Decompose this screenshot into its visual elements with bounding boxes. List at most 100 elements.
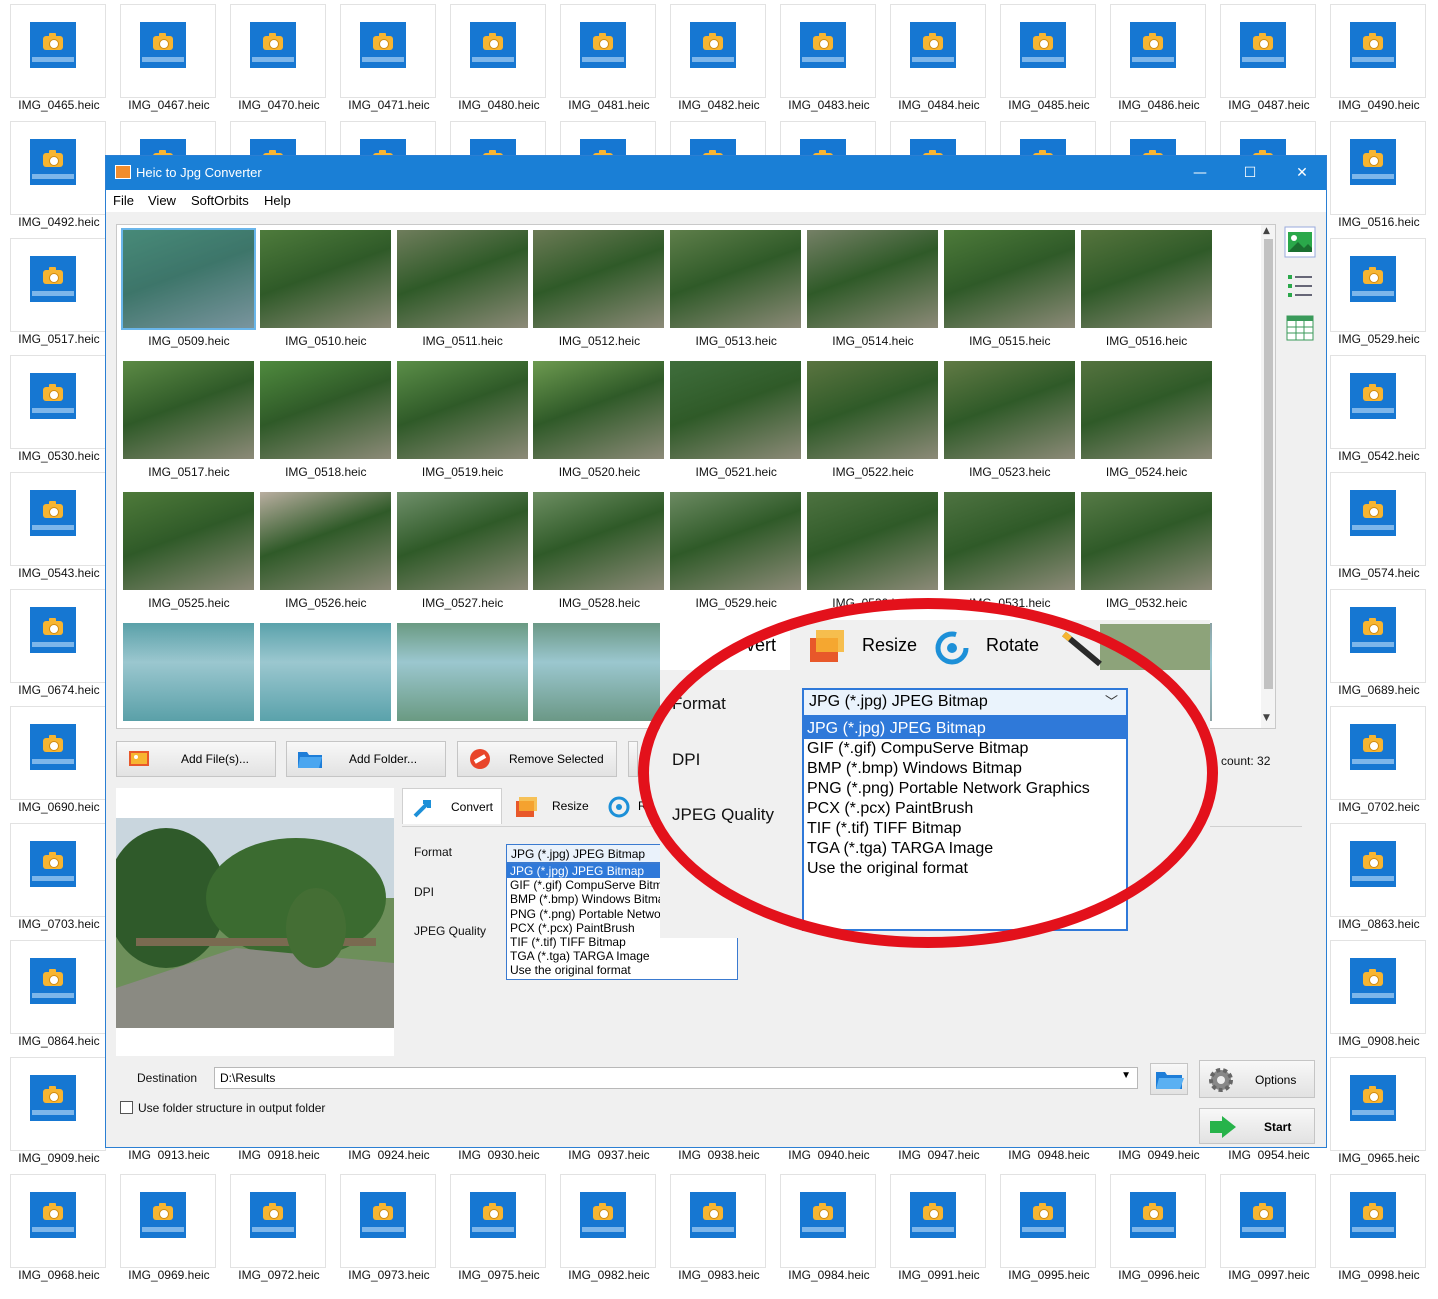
menu-help[interactable]: Help [264, 193, 291, 208]
image-thumbnail[interactable]: IMG_0514.heic [805, 228, 941, 359]
thumbnail-view-icon[interactable] [1284, 226, 1316, 258]
desktop-file-icon[interactable]: Viewer & Converter IMG_0530.heic [5, 353, 113, 467]
desktop-file-icon-partial[interactable] [335, 119, 443, 155]
desktop-file-icon[interactable]: Viewer & Converter IMG_0484.heic [885, 2, 993, 116]
desktop-file-icon[interactable]: Viewer & Converter IMG_0490.heic [1325, 2, 1433, 116]
desktop-file-icon[interactable]: Viewer & Converter IMG_0702.heic [1325, 704, 1433, 818]
image-thumbnail[interactable]: IMG_0532.heic [1079, 490, 1215, 621]
desktop-file-icon-partial[interactable] [225, 119, 333, 155]
chevron-down-icon[interactable]: ﹀ [1105, 691, 1118, 710]
desktop-file-icon-partial[interactable] [1215, 119, 1323, 155]
desktop-file-icon-partial[interactable] [115, 119, 223, 155]
desktop-file-icon-partial[interactable] [445, 119, 553, 155]
desktop-file-icon[interactable]: Viewer & Converter IMG_0517.heic [5, 236, 113, 350]
zoom-format-option[interactable]: Use the original format [804, 859, 1126, 879]
zoom-tab-resize[interactable]: Resize [800, 620, 920, 670]
desktop-file-icon[interactable]: Viewer & Converter IMG_0972.heic [225, 1172, 333, 1286]
image-thumbnail[interactable] [121, 621, 257, 728]
list-view-icon[interactable] [1284, 270, 1316, 302]
desktop-file-icon[interactable]: Viewer & Converter IMG_0982.heic [555, 1172, 663, 1286]
desktop-file-icon[interactable]: Viewer & Converter IMG_0864.heic [5, 938, 113, 1052]
desktop-file-icon[interactable]: Viewer & Converter IMG_0465.heic [5, 2, 113, 116]
options-button[interactable]: Options [1199, 1060, 1315, 1098]
tab-rotate[interactable]: R [598, 788, 658, 824]
image-thumbnail[interactable]: IMG_0516.heic [1079, 228, 1215, 359]
desktop-file-icon[interactable]: Viewer & Converter IMG_0467.heic [115, 2, 223, 116]
zoom-format-option[interactable]: PNG (*.png) Portable Network Graphics [804, 779, 1126, 799]
desktop-file-icon[interactable]: Viewer & Converter IMG_0703.heic [5, 821, 113, 935]
image-thumbnail[interactable]: IMG_0511.heic [395, 228, 531, 359]
image-thumbnail[interactable]: IMG_0531.heic [942, 490, 1078, 621]
desktop-file-icon[interactable]: Viewer & Converter IMG_0984.heic [775, 1172, 883, 1286]
image-thumbnail[interactable]: IMG_0525.heic [121, 490, 257, 621]
image-thumbnail[interactable]: IMG_0515.heic [942, 228, 1078, 359]
desktop-file-icon[interactable]: Viewer & Converter IMG_0863.heic [1325, 821, 1433, 935]
add-folder-button[interactable]: Add Folder... [286, 741, 446, 777]
destination-input[interactable]: D:\Results ▼ [214, 1067, 1138, 1089]
format-option[interactable]: TGA (*.tga) TARGA Image [507, 949, 737, 963]
desktop-file-icon[interactable]: Viewer & Converter IMG_0965.heic [1325, 1055, 1433, 1169]
vertical-scrollbar[interactable]: ▲ ▼ [1261, 225, 1275, 728]
desktop-file-icon[interactable]: Viewer & Converter IMG_0690.heic [5, 704, 113, 818]
desktop-file-icon[interactable]: Viewer & Converter IMG_0996.heic [1105, 1172, 1213, 1286]
chevron-down-icon[interactable]: ▼ [1121, 1070, 1131, 1081]
format-option[interactable]: Use the original format [507, 963, 737, 977]
image-thumbnail[interactable]: IMG_0522.heic [805, 359, 941, 490]
desktop-file-icon[interactable]: Viewer & Converter IMG_0471.heic [335, 2, 443, 116]
desktop-file-icon[interactable]: Viewer & Converter IMG_0470.heic [225, 2, 333, 116]
desktop-file-icon[interactable]: Viewer & Converter IMG_0973.heic [335, 1172, 443, 1286]
desktop-file-icon[interactable]: Viewer & Converter IMG_0574.heic [1325, 470, 1433, 584]
image-thumbnail[interactable]: IMG_0528.heic [531, 490, 667, 621]
zoom-format-option[interactable]: JPG (*.jpg) JPEG Bitmap [804, 719, 1126, 739]
zoom-tab-effects[interactable] [1060, 620, 1210, 670]
desktop-file-icon[interactable]: Viewer & Converter IMG_0983.heic [665, 1172, 773, 1286]
image-thumbnail[interactable]: IMG_0520.heic [531, 359, 667, 490]
zoom-format-option[interactable]: PCX (*.pcx) PaintBrush [804, 799, 1126, 819]
zoom-format-select[interactable]: JPG (*.jpg) JPEG Bitmap ﹀ [802, 688, 1128, 717]
scroll-up-icon[interactable]: ▲ [1263, 226, 1270, 236]
desktop-file-icon-partial[interactable] [1105, 119, 1213, 155]
image-thumbnail[interactable]: IMG_0510.heic [258, 228, 394, 359]
desktop-file-icon[interactable]: Viewer & Converter IMG_0492.heic [5, 119, 113, 233]
desktop-file-icon[interactable]: Viewer & Converter IMG_0542.heic [1325, 353, 1433, 467]
desktop-file-icon[interactable]: Viewer & Converter IMG_0543.heic [5, 470, 113, 584]
image-thumbnail[interactable]: IMG_0513.heic [668, 228, 804, 359]
desktop-file-icon[interactable]: Viewer & Converter IMG_0995.heic [995, 1172, 1103, 1286]
desktop-file-icon-partial[interactable] [885, 119, 993, 155]
desktop-file-icon-partial[interactable] [775, 119, 883, 155]
folder-structure-checkbox[interactable] [120, 1101, 133, 1114]
desktop-file-icon[interactable]: Viewer & Converter IMG_0968.heic [5, 1172, 113, 1286]
desktop-file-icon[interactable]: Viewer & Converter IMG_0529.heic [1325, 236, 1433, 350]
menu-view[interactable]: View [148, 193, 176, 208]
desktop-file-icon[interactable]: Viewer & Converter IMG_0991.heic [885, 1172, 993, 1286]
desktop-file-icon[interactable]: Viewer & Converter IMG_0516.heic [1325, 119, 1433, 233]
zoom-format-option[interactable]: BMP (*.bmp) Windows Bitmap [804, 759, 1126, 779]
image-thumbnail[interactable] [258, 621, 394, 728]
desktop-file-icon[interactable]: Viewer & Converter IMG_0998.heic [1325, 1172, 1433, 1286]
partial-button[interactable] [628, 741, 638, 777]
desktop-file-icon-partial[interactable] [665, 119, 773, 155]
scroll-down-icon[interactable]: ▼ [1263, 713, 1270, 723]
minimize-button[interactable]: — [1182, 162, 1218, 184]
image-thumbnail[interactable]: IMG_0509.heic [121, 228, 257, 359]
desktop-file-icon[interactable]: Viewer & Converter IMG_0969.heic [115, 1172, 223, 1286]
desktop-file-icon[interactable]: Viewer & Converter IMG_0480.heic [445, 2, 553, 116]
desktop-file-icon[interactable]: Viewer & Converter IMG_0481.heic [555, 2, 663, 116]
image-thumbnail[interactable]: IMG_0529.heic [668, 490, 804, 621]
desktop-file-icon[interactable]: Viewer & Converter IMG_0483.heic [775, 2, 883, 116]
image-thumbnail[interactable]: IMG_0519.heic [395, 359, 531, 490]
desktop-file-icon[interactable]: Viewer & Converter IMG_0909.heic [5, 1055, 113, 1169]
add-files-button[interactable]: Add File(s)... [116, 741, 276, 777]
scroll-thumb[interactable] [1264, 239, 1273, 689]
image-thumbnail[interactable]: IMG_0526.heic [258, 490, 394, 621]
close-button[interactable]: ✕ [1284, 162, 1320, 184]
image-thumbnail[interactable]: IMG_0518.heic [258, 359, 394, 490]
menu-softorbits[interactable]: SoftOrbits [191, 193, 249, 208]
desktop-file-icon-partial[interactable] [995, 119, 1103, 155]
zoom-format-option[interactable]: TIF (*.tif) TIFF Bitmap [804, 819, 1126, 839]
image-thumbnail[interactable]: IMG_0530.heic [805, 490, 941, 621]
zoom-tab-convert[interactable]: vert [660, 620, 790, 670]
image-thumbnail[interactable] [395, 621, 531, 728]
image-thumbnail[interactable]: IMG_0524.heic [1079, 359, 1215, 490]
desktop-file-icon[interactable]: Viewer & Converter IMG_0486.heic [1105, 2, 1213, 116]
